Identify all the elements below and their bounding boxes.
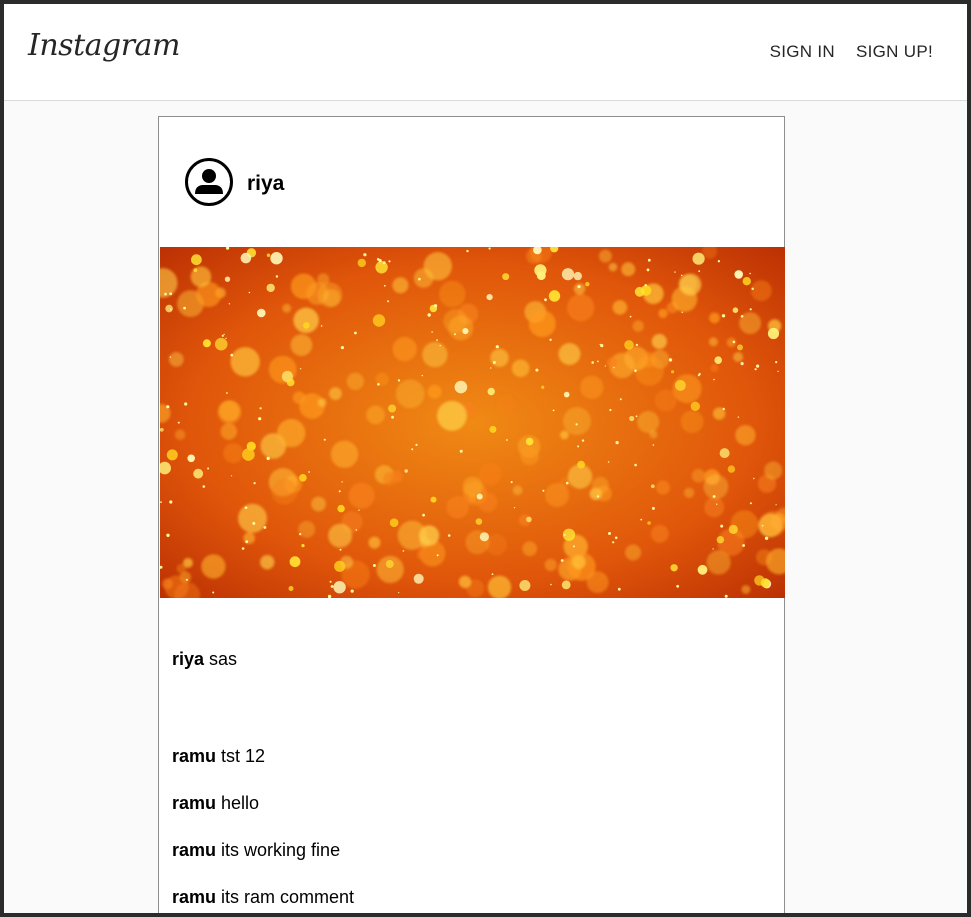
caption-username[interactable]: riya bbox=[172, 649, 204, 669]
comment-item: ramu its working fine bbox=[172, 840, 354, 887]
post-card: riya riya sas ramu tst 12 ramu hello ram… bbox=[158, 116, 785, 913]
comment-text: hello bbox=[221, 793, 260, 813]
top-header: Instagram SIGN IN SIGN UP! bbox=[4, 4, 967, 101]
caption-text: sas bbox=[209, 649, 238, 669]
comment-username[interactable]: ramu bbox=[172, 840, 216, 860]
user-avatar-icon[interactable] bbox=[185, 158, 233, 206]
comment-item: ramu hello bbox=[172, 793, 354, 840]
sign-up-button[interactable]: SIGN UP! bbox=[856, 42, 933, 62]
comment-item: ramu tst 12 bbox=[172, 746, 354, 793]
post-image bbox=[160, 247, 785, 598]
auth-nav: SIGN IN SIGN UP! bbox=[770, 42, 933, 62]
comment-text: its ram comment bbox=[221, 887, 355, 907]
app-window: Instagram SIGN IN SIGN UP! riya riya sas… bbox=[4, 4, 967, 913]
post-header: riya bbox=[159, 117, 784, 247]
comment-username[interactable]: ramu bbox=[172, 746, 216, 766]
post-username[interactable]: riya bbox=[247, 172, 284, 196]
comment-username[interactable]: ramu bbox=[172, 793, 216, 813]
instagram-logo[interactable]: Instagram bbox=[28, 28, 180, 63]
sign-in-button[interactable]: SIGN IN bbox=[770, 42, 835, 62]
comment-item: ramu its ram comment bbox=[172, 887, 354, 913]
post-caption: riya sas bbox=[172, 649, 237, 670]
comment-text: tst 12 bbox=[221, 746, 266, 766]
comment-list: ramu tst 12 ramu hello ramu its working … bbox=[172, 746, 354, 913]
comment-text: its working fine bbox=[221, 840, 341, 860]
comment-username[interactable]: ramu bbox=[172, 887, 216, 907]
